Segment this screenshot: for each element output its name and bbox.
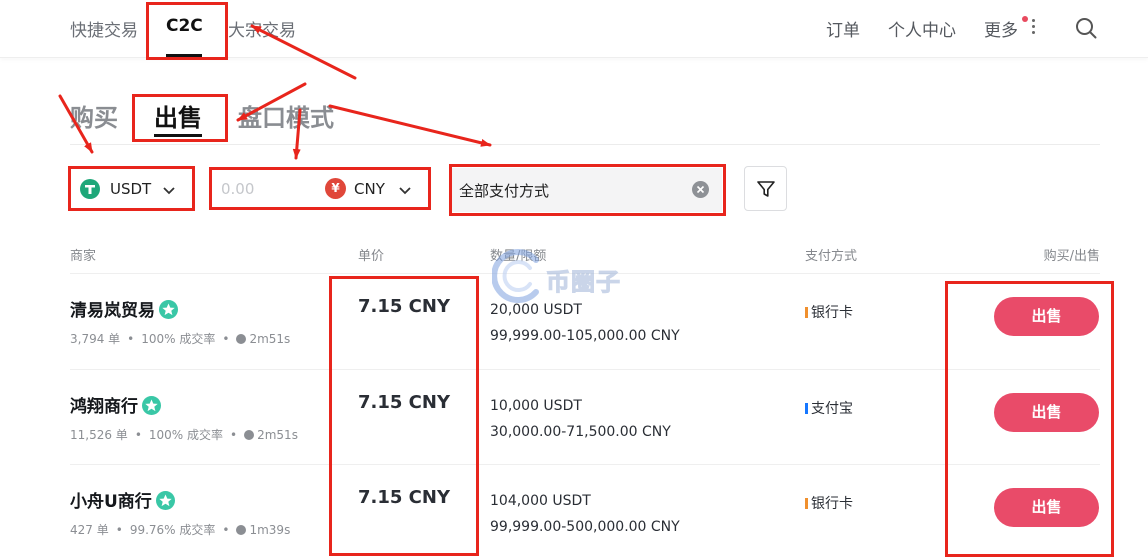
verified-badge-icon <box>142 396 161 415</box>
tab-orderbook-mode[interactable]: 盘口模式 <box>238 98 334 133</box>
merchant-stats: 11,526 单 • 100% 成交率 • 2m51s <box>70 428 298 442</box>
nav-more[interactable]: 更多 <box>984 16 1018 41</box>
watermark-text: 币圈子 <box>546 268 621 297</box>
annotation-box <box>146 2 228 60</box>
watermark: 币圈子 <box>492 246 652 306</box>
payment-method: 支付宝 <box>805 398 853 418</box>
col-header-payment: 支付方式 <box>805 249 858 264</box>
notification-dot <box>1022 16 1028 22</box>
limit: 99,999.00-105,000.00 CNY <box>490 328 680 344</box>
search-icon[interactable] <box>1074 16 1098 40</box>
limit: 99,999.00-500,000.00 CNY <box>490 519 680 535</box>
annotation-box <box>945 281 1114 557</box>
limit: 30,000.00-71,500.00 CNY <box>490 424 671 440</box>
merchant-stats: 427 单 • 99.76% 成交率 • 1m39s <box>70 523 291 537</box>
merchant-name[interactable]: 鸿翔商行 <box>70 392 161 417</box>
clock-icon <box>236 334 247 344</box>
tab-block-trade[interactable]: 大宗交易 <box>228 16 296 41</box>
filter-icon <box>756 179 776 203</box>
payment-method: 银行卡 <box>805 493 853 513</box>
verified-badge-icon <box>159 300 178 319</box>
merchant-name[interactable]: 小舟U商行 <box>70 487 175 512</box>
quantity: 10,000 USDT <box>490 398 582 414</box>
nav-orders[interactable]: 订单 <box>826 16 860 41</box>
clock-icon <box>244 430 255 440</box>
merchant-name[interactable]: 清易岚贸易 <box>70 296 178 321</box>
col-header-merchant: 商家 <box>70 249 97 264</box>
tab-quick-trade[interactable]: 快捷交易 <box>70 16 138 41</box>
filter-button[interactable] <box>744 166 787 211</box>
merchant-stats: 3,794 单 • 100% 成交率 • 2m51s <box>70 332 291 346</box>
annotation-box <box>209 167 431 210</box>
payment-color-bar <box>805 498 808 509</box>
col-header-price: 单价 <box>358 249 385 264</box>
clock-icon <box>236 525 247 535</box>
tab-buy[interactable]: 购买 <box>70 98 118 133</box>
annotation-box <box>132 94 228 142</box>
nav-user-center[interactable]: 个人中心 <box>888 16 956 41</box>
payment-color-bar <box>805 403 808 414</box>
col-header-action: 购买/出售 <box>1043 249 1100 264</box>
more-dots-icon[interactable] <box>1032 19 1036 35</box>
annotation-box <box>449 164 726 216</box>
annotation-box <box>329 276 479 556</box>
divider <box>70 144 1100 145</box>
payment-method: 银行卡 <box>805 302 853 322</box>
payment-color-bar <box>805 307 808 318</box>
watermark-logo-icon <box>492 249 539 303</box>
verified-badge-icon <box>155 491 175 510</box>
annotation-box <box>68 166 195 211</box>
quantity: 104,000 USDT <box>490 493 591 509</box>
